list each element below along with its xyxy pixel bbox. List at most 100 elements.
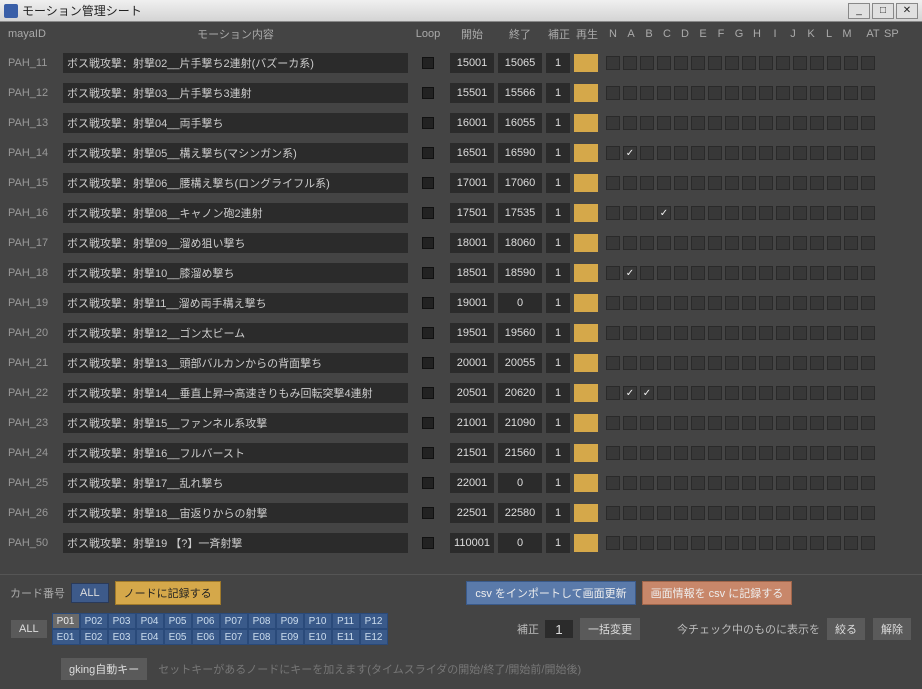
check-0[interactable] xyxy=(606,206,620,220)
check-7[interactable] xyxy=(725,446,739,460)
check-8[interactable] xyxy=(742,296,756,310)
check-14[interactable] xyxy=(844,116,858,130)
end-input[interactable] xyxy=(498,443,542,463)
check-6[interactable] xyxy=(708,416,722,430)
check-11[interactable] xyxy=(793,146,807,160)
hosei-input[interactable] xyxy=(546,323,570,343)
check-14[interactable] xyxy=(844,326,858,340)
loop-checkbox[interactable] xyxy=(422,417,434,429)
check-1[interactable] xyxy=(623,326,637,340)
end-input[interactable] xyxy=(498,143,542,163)
check-4[interactable] xyxy=(674,86,688,100)
start-input[interactable] xyxy=(450,83,494,103)
csv-export-button[interactable]: 画面情報を csv に記録する xyxy=(642,581,793,605)
check-12[interactable] xyxy=(810,146,824,160)
check-11[interactable] xyxy=(793,296,807,310)
check-12[interactable] xyxy=(810,266,824,280)
loop-checkbox[interactable] xyxy=(422,207,434,219)
play-button[interactable] xyxy=(574,384,598,402)
check-12[interactable] xyxy=(810,536,824,550)
check-5[interactable] xyxy=(691,416,705,430)
check-1[interactable] xyxy=(623,356,637,370)
content-input[interactable] xyxy=(63,53,408,73)
check-0[interactable] xyxy=(606,56,620,70)
check-0[interactable] xyxy=(606,506,620,520)
check-8[interactable] xyxy=(742,386,756,400)
loop-checkbox[interactable] xyxy=(422,327,434,339)
loop-checkbox[interactable] xyxy=(422,447,434,459)
check-12[interactable] xyxy=(810,506,824,520)
hosei-input[interactable] xyxy=(546,503,570,523)
check-8[interactable] xyxy=(742,176,756,190)
check-13[interactable] xyxy=(827,206,841,220)
check-6[interactable] xyxy=(708,296,722,310)
start-input[interactable] xyxy=(450,263,494,283)
check-15[interactable] xyxy=(861,416,875,430)
check-3[interactable] xyxy=(657,296,671,310)
end-input[interactable] xyxy=(498,173,542,193)
content-input[interactable] xyxy=(63,443,408,463)
check-15[interactable] xyxy=(861,326,875,340)
clear-button[interactable]: 解除 xyxy=(872,617,912,641)
check-3[interactable] xyxy=(657,506,671,520)
hosei-input[interactable] xyxy=(546,233,570,253)
check-0[interactable] xyxy=(606,446,620,460)
check-0[interactable] xyxy=(606,176,620,190)
start-input[interactable] xyxy=(450,503,494,523)
check-10[interactable] xyxy=(776,446,790,460)
check-14[interactable] xyxy=(844,296,858,310)
check-9[interactable] xyxy=(759,236,773,250)
check-1[interactable] xyxy=(623,236,637,250)
loop-checkbox[interactable] xyxy=(422,477,434,489)
start-input[interactable] xyxy=(450,383,494,403)
check-2[interactable] xyxy=(640,176,654,190)
check-7[interactable] xyxy=(725,206,739,220)
check-8[interactable] xyxy=(742,116,756,130)
check-11[interactable] xyxy=(793,536,807,550)
check-6[interactable] xyxy=(708,266,722,280)
loop-checkbox[interactable] xyxy=(422,87,434,99)
check-6[interactable] xyxy=(708,146,722,160)
check-6[interactable] xyxy=(708,206,722,220)
check-9[interactable] xyxy=(759,56,773,70)
check-10[interactable] xyxy=(776,176,790,190)
check-4[interactable] xyxy=(674,236,688,250)
play-button[interactable] xyxy=(574,294,598,312)
check-4[interactable] xyxy=(674,446,688,460)
check-12[interactable] xyxy=(810,476,824,490)
check-11[interactable] xyxy=(793,476,807,490)
check-11[interactable] xyxy=(793,356,807,370)
end-input[interactable] xyxy=(498,413,542,433)
check-14[interactable] xyxy=(844,446,858,460)
content-input[interactable] xyxy=(63,323,408,343)
check-11[interactable] xyxy=(793,506,807,520)
check-6[interactable] xyxy=(708,116,722,130)
start-input[interactable] xyxy=(450,203,494,223)
page-P04[interactable]: P04 xyxy=(136,613,164,629)
check-4[interactable] xyxy=(674,356,688,370)
check-6[interactable] xyxy=(708,176,722,190)
check-8[interactable] xyxy=(742,146,756,160)
check-9[interactable] xyxy=(759,506,773,520)
page-P10[interactable]: P10 xyxy=(304,613,332,629)
page-P11[interactable]: P11 xyxy=(332,613,360,629)
check-9[interactable] xyxy=(759,296,773,310)
check-7[interactable] xyxy=(725,326,739,340)
check-14[interactable] xyxy=(844,236,858,250)
start-input[interactable] xyxy=(450,53,494,73)
check-12[interactable] xyxy=(810,356,824,370)
check-15[interactable] xyxy=(861,86,875,100)
check-5[interactable] xyxy=(691,326,705,340)
check-4[interactable] xyxy=(674,506,688,520)
check-8[interactable] xyxy=(742,236,756,250)
start-input[interactable] xyxy=(450,233,494,253)
check-7[interactable] xyxy=(725,386,739,400)
check-8[interactable] xyxy=(742,506,756,520)
check-1[interactable] xyxy=(623,146,637,160)
check-4[interactable] xyxy=(674,206,688,220)
play-button[interactable] xyxy=(574,234,598,252)
page-E02[interactable]: E02 xyxy=(80,629,108,645)
check-10[interactable] xyxy=(776,86,790,100)
check-12[interactable] xyxy=(810,56,824,70)
check-8[interactable] xyxy=(742,476,756,490)
